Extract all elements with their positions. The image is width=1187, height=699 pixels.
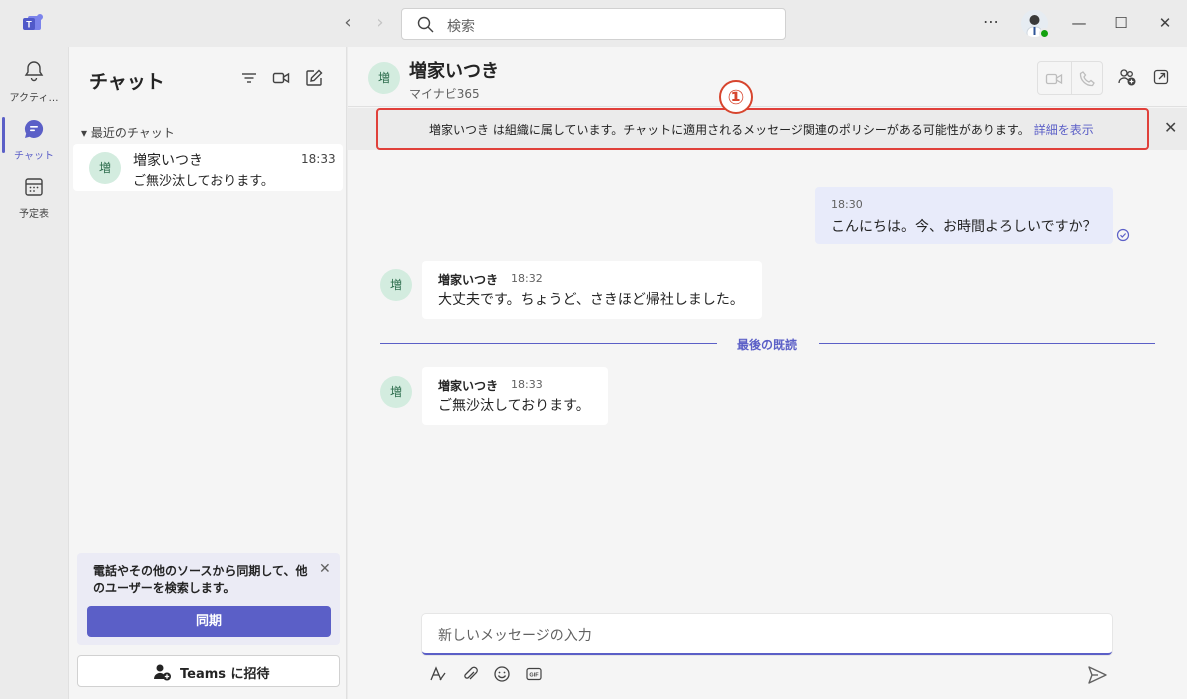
message-bubble-mine[interactable]: 18:30 こんにちは。今、お時間よろしいですか？ bbox=[815, 187, 1113, 244]
sync-card-text: 電話やその他のソースから同期して、他のユーザーを検索します。 bbox=[93, 564, 308, 595]
search-icon bbox=[417, 16, 434, 33]
add-people-icon[interactable] bbox=[1117, 67, 1137, 87]
pop-out-icon[interactable] bbox=[1151, 67, 1171, 87]
message-compose-input[interactable]: 新しいメッセージの入力 bbox=[422, 614, 1112, 655]
app-rail: アクティ… チャット 予定表 bbox=[0, 47, 68, 699]
video-call-icon[interactable] bbox=[1044, 69, 1064, 89]
close-sync-card-button[interactable]: ✕ bbox=[319, 561, 331, 577]
invite-to-teams-button[interactable]: Teams に招待 bbox=[77, 655, 340, 687]
send-icon[interactable] bbox=[1086, 664, 1108, 686]
sync-contacts-card: 電話やその他のソースから同期して、他のユーザーを検索します。 ✕ 同期 bbox=[77, 553, 340, 645]
back-button[interactable]: ‹ bbox=[338, 13, 358, 33]
svg-text:T: T bbox=[26, 20, 32, 30]
annotation-step-badge: ① bbox=[719, 80, 753, 114]
chat-item-name: 増家いつき bbox=[133, 153, 203, 169]
chat-list-item[interactable]: 増 増家いつき 18:33 ご無沙汰しております。 bbox=[73, 144, 343, 191]
rail-item-calendar[interactable]: 予定表 bbox=[0, 171, 68, 223]
message-time: 18:32 bbox=[511, 272, 543, 285]
forward-button[interactable]: › bbox=[370, 13, 390, 33]
rail-item-activity[interactable]: アクティ… bbox=[0, 55, 68, 107]
video-call-icon[interactable] bbox=[271, 68, 291, 88]
minimize-button[interactable]: — bbox=[1068, 12, 1090, 34]
avatar[interactable]: 増 bbox=[380, 376, 412, 408]
bell-icon bbox=[24, 61, 44, 82]
filter-icon[interactable] bbox=[239, 68, 259, 88]
avatar: 増 bbox=[368, 62, 400, 94]
chat-title[interactable]: 増家いつき bbox=[409, 57, 499, 83]
format-icon[interactable] bbox=[428, 664, 448, 684]
sync-button[interactable]: 同期 bbox=[87, 606, 331, 637]
chat-item-time: 18:33 bbox=[301, 152, 336, 166]
compose-placeholder: 新しいメッセージの入力 bbox=[438, 628, 592, 644]
add-person-icon bbox=[153, 664, 171, 681]
search-input[interactable]: 検索 bbox=[401, 8, 786, 40]
message-bubble-other[interactable]: 増家いつき 18:33 ご無沙汰しております。 bbox=[422, 367, 608, 425]
rail-item-label: 予定表 bbox=[19, 209, 49, 220]
presence-available-badge bbox=[1039, 28, 1050, 39]
avatar: 増 bbox=[89, 152, 121, 184]
search-placeholder: 検索 bbox=[447, 19, 475, 35]
divider-line bbox=[380, 343, 717, 344]
rail-item-chat[interactable]: チャット bbox=[0, 113, 68, 165]
phone-call-icon[interactable] bbox=[1077, 69, 1097, 89]
close-window-button[interactable]: ✕ bbox=[1154, 12, 1176, 34]
teams-logo-icon[interactable]: T bbox=[22, 12, 46, 34]
message-sender: 増家いつき bbox=[438, 273, 499, 287]
calendar-icon bbox=[25, 178, 43, 196]
message-sender: 増家いつき bbox=[438, 379, 499, 393]
close-policy-banner-button[interactable]: ✕ bbox=[1164, 118, 1177, 137]
message-body: こんにちは。今、お時間よろしいですか？ bbox=[831, 219, 1097, 235]
title-bar: T ‹ › 検索 ⋯ — ☐ ✕ bbox=[0, 0, 1187, 47]
rail-item-label: チャット bbox=[14, 151, 54, 162]
divider-line bbox=[819, 343, 1155, 344]
avatar[interactable]: 増 bbox=[380, 269, 412, 301]
emoji-icon[interactable] bbox=[492, 664, 512, 684]
chat-icon bbox=[24, 119, 44, 138]
more-options-button[interactable]: ⋯ bbox=[980, 12, 1002, 34]
rail-item-label: アクティ… bbox=[9, 93, 59, 104]
invite-button-label: Teams に招待 bbox=[180, 667, 270, 682]
recent-chats-header[interactable]: ▾ 最近のチャット bbox=[81, 124, 175, 141]
message-body: ご無沙汰しております。 bbox=[438, 398, 590, 414]
read-receipt-icon bbox=[1116, 228, 1130, 242]
divider bbox=[1071, 62, 1072, 94]
message-time: 18:33 bbox=[511, 378, 543, 391]
last-read-label: 最後の既読 bbox=[737, 338, 798, 352]
maximize-button[interactable]: ☐ bbox=[1110, 12, 1132, 34]
gif-icon[interactable]: GIF bbox=[524, 664, 544, 684]
attach-icon[interactable] bbox=[460, 664, 480, 684]
chat-list-title: チャット bbox=[89, 71, 165, 93]
chat-item-preview: ご無沙汰しております。 bbox=[133, 174, 274, 189]
message-time: 18:30 bbox=[831, 198, 863, 211]
chat-list-pane: チャット ▾ 最近のチャット 増 増家いつき 18:33 ご無沙汰しております。… bbox=[68, 47, 347, 699]
chat-subtitle-org: マイナビ365 bbox=[409, 87, 480, 101]
svg-text:GIF: GIF bbox=[529, 673, 539, 679]
annotation-highlight-box bbox=[376, 108, 1149, 150]
message-body: 大丈夫です。ちょうど、さきほど帰社しました。 bbox=[438, 292, 744, 308]
chat-main: 増 増家いつき マイナビ365 増家いつき は組織に属しています。チャットに適用… bbox=[348, 47, 1187, 699]
message-bubble-other[interactable]: 増家いつき 18:32 大丈夫です。ちょうど、さきほど帰社しました。 bbox=[422, 261, 762, 319]
new-chat-icon[interactable] bbox=[304, 68, 324, 88]
chat-header: 増 増家いつき マイナビ365 bbox=[348, 47, 1187, 107]
call-buttons bbox=[1037, 61, 1103, 95]
last-read-divider: 最後の既読 bbox=[380, 336, 1155, 352]
